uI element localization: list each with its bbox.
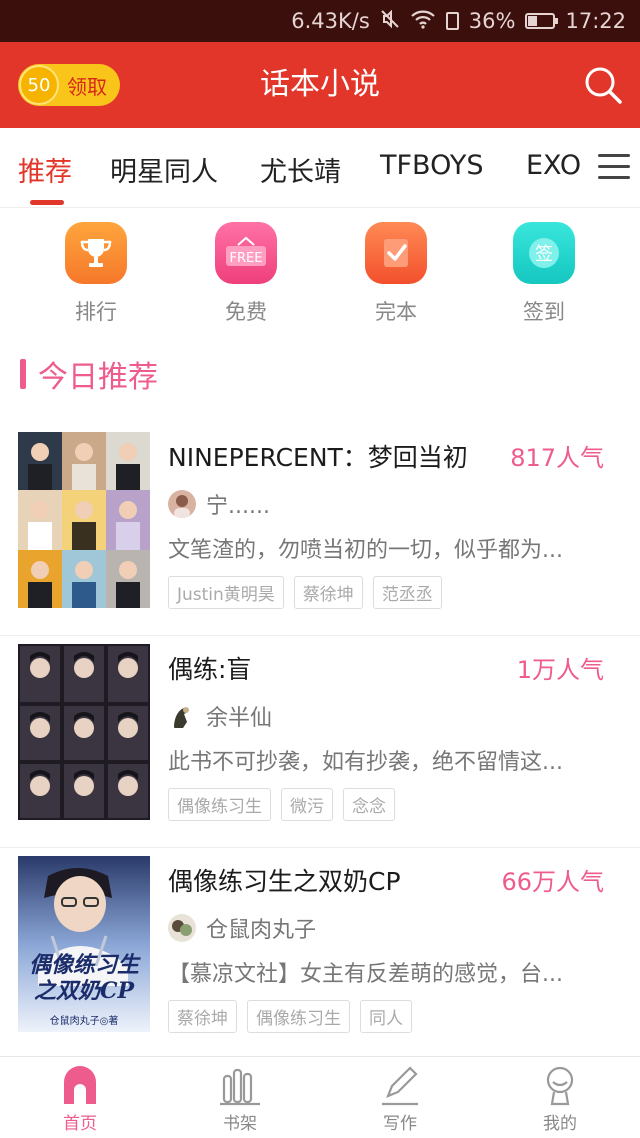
tab-exo[interactable]: EXO (526, 150, 581, 181)
tab-tfboys[interactable]: TFBOYS (380, 150, 483, 181)
bookshelf-icon (190, 1063, 290, 1107)
tag[interactable]: 范丞丞 (372, 576, 442, 609)
free-label: 免费 (225, 300, 267, 324)
completed-label: 完本 (375, 300, 417, 324)
tab-you-zhangjing[interactable]: 尤长靖 (260, 150, 341, 189)
book-cover[interactable] (18, 644, 150, 820)
page-title: 话本小说 (260, 67, 380, 102)
nav-write[interactable]: 写作 (350, 1063, 450, 1134)
tab-star-fanfic[interactable]: 明星同人 (110, 150, 218, 189)
pen-icon (350, 1063, 450, 1107)
tag[interactable]: 念念 (343, 788, 395, 821)
tag[interactable]: 偶像练习生 (247, 1000, 350, 1033)
search-button[interactable] (582, 64, 624, 106)
sign-in-icon-text: 签 (535, 244, 553, 265)
free-button[interactable]: FREE 免费 (186, 222, 306, 326)
nav-profile[interactable]: 我的 (510, 1063, 610, 1134)
checkmark-document-icon (365, 222, 427, 284)
battery-icon (525, 13, 559, 29)
app-header: 50 领取 话本小说 (0, 42, 640, 128)
tag-list: 偶像练习生 微污 念念 (168, 788, 395, 821)
cover-author-text: 仓鼠肉丸子◎著 (49, 1016, 119, 1027)
cover-photo-grid (18, 644, 150, 820)
cover-illustration (18, 856, 150, 1032)
book-item[interactable]: 偶像练习生之双奶CP 仓鼠肉丸子◎著 偶像练习生之双奶CP 66万人气 仓鼠肉丸… (0, 848, 640, 1060)
book-item[interactable]: NINEPERCENT：梦回当初 817人气 宁...... 文笔渣的，勿喷当初… (0, 424, 640, 636)
section-accent-bar (20, 359, 26, 389)
mute-icon (380, 9, 400, 34)
cover-title-text: 偶像练习生之双奶CP (28, 952, 139, 1004)
avatar (168, 490, 196, 518)
search-icon (585, 67, 622, 104)
tag-list: Justin黄明昊 蔡徐坤 范丞丞 (168, 576, 442, 609)
nav-write-label: 写作 (383, 1114, 417, 1134)
author-name: 宁...... (206, 494, 270, 519)
wifi-icon (410, 9, 436, 34)
book-description: 【慕凉文社】女主有反差萌的感觉，台... (168, 962, 563, 987)
quick-actions: 排行 FREE 免费 完本 签 签到 (0, 208, 640, 338)
book-item[interactable]: 偶练:盲 1万人气 余半仙 此书不可抄袭，如有抄袭，绝不留情这... 偶像练习生… (0, 636, 640, 848)
book-title[interactable]: NINEPERCENT：梦回当初 (168, 438, 468, 474)
cover-photo-grid (18, 432, 150, 608)
clock: 17:22 (565, 9, 626, 33)
tag[interactable]: 偶像练习生 (168, 788, 271, 821)
author-row[interactable]: 余半仙 (168, 700, 272, 732)
author-name: 余半仙 (206, 706, 273, 731)
nav-profile-label: 我的 (543, 1114, 577, 1134)
author-row[interactable]: 宁...... (168, 488, 270, 520)
rank-button[interactable]: 排行 (36, 222, 156, 326)
tab-recommend[interactable]: 推荐 (18, 150, 72, 189)
tag[interactable]: 蔡徐坤 (293, 576, 363, 609)
book-cover[interactable]: 偶像练习生之双奶CP 仓鼠肉丸子◎著 (18, 856, 150, 1032)
book-description: 此书不可抄袭，如有抄袭，绝不留情这... (168, 750, 563, 775)
free-icon-text: FREE (230, 251, 263, 266)
book-title[interactable]: 偶像练习生之双奶CP (168, 862, 401, 898)
completed-button[interactable]: 完本 (336, 222, 456, 326)
book-popularity: 66万人气 (501, 868, 604, 896)
section-header: 今日推荐 (20, 354, 158, 395)
active-tab-indicator (30, 200, 64, 205)
status-bar: 6.43K/s 36% 17:22 (0, 0, 640, 42)
tag[interactable]: 微污 (281, 788, 333, 821)
author-name: 仓鼠肉丸子 (206, 918, 317, 943)
category-tabs: 推荐 明星同人 尤长靖 TFBOYS EXO (0, 128, 640, 208)
sim-card-icon (445, 12, 459, 30)
rank-label: 排行 (75, 300, 117, 324)
nav-bookshelf[interactable]: 书架 (190, 1063, 290, 1134)
book-title[interactable]: 偶练:盲 (168, 650, 251, 686)
tabs-menu-button[interactable] (598, 154, 630, 182)
sign-in-button[interactable]: 签 签到 (484, 222, 604, 326)
avatar (168, 914, 196, 942)
tag-list: 蔡徐坤 偶像练习生 同人 (168, 1000, 412, 1033)
home-icon (30, 1063, 130, 1107)
tag[interactable]: 同人 (360, 1000, 412, 1033)
battery-percent: 36% (468, 9, 516, 33)
avatar (168, 702, 196, 730)
nav-home-label: 首页 (63, 1114, 97, 1134)
profile-icon (510, 1063, 610, 1107)
book-popularity: 1万人气 (516, 656, 604, 684)
tag[interactable]: Justin黄明昊 (168, 576, 284, 609)
book-cover[interactable] (18, 432, 150, 608)
sign-in-icon: 签 (513, 222, 575, 284)
nav-bookshelf-label: 书架 (223, 1114, 257, 1134)
free-sign-icon: FREE (215, 222, 277, 284)
book-description: 文笔渣的，勿喷当初的一切，似乎都为... (168, 538, 563, 563)
book-popularity: 817人气 (510, 444, 604, 472)
nav-home[interactable]: 首页 (30, 1063, 130, 1134)
bottom-navigation: 首页 书架 写作 我的 (0, 1056, 640, 1138)
trophy-icon (65, 222, 127, 284)
section-title: 今日推荐 (38, 360, 158, 395)
sign-in-label: 签到 (523, 300, 565, 324)
author-row[interactable]: 仓鼠肉丸子 (168, 912, 316, 944)
network-speed: 6.43K/s (291, 9, 370, 33)
tag[interactable]: 蔡徐坤 (168, 1000, 237, 1033)
